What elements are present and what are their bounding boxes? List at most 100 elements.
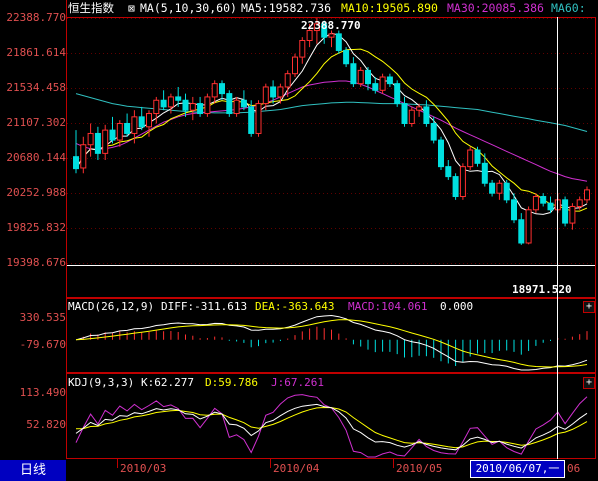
candle (189, 103, 196, 111)
kdj-axis-label: 52.820 (26, 418, 66, 431)
candle (102, 129, 109, 154)
candle (335, 33, 342, 51)
candle (394, 83, 401, 105)
macd-params: MACD(26,12,9) (68, 300, 155, 313)
date-label: 2010/04 (273, 462, 320, 475)
price-axis-label: 19398.676 (6, 256, 66, 269)
candle (277, 86, 284, 98)
macd-lines (75, 314, 588, 371)
candle (138, 116, 145, 128)
candle (255, 103, 262, 134)
price-axis-label: 21861.614 (6, 46, 66, 59)
candle (379, 76, 386, 91)
candle (116, 122, 123, 141)
date-label: 06 (567, 462, 581, 475)
candle (146, 113, 152, 128)
candle (386, 76, 393, 85)
price-axis-label: 20680.144 (6, 151, 66, 164)
high-annotation: 22388.770 (301, 19, 361, 32)
candle (408, 109, 415, 124)
candle (219, 83, 225, 95)
candle (270, 86, 277, 98)
kdj-j-line (75, 394, 588, 458)
macd-dea: DEA:-363.643 (255, 300, 335, 313)
candle (511, 199, 517, 221)
macd-zero: 0.000 (440, 300, 474, 313)
candles[interactable] (73, 18, 590, 245)
kdj-expand-button[interactable]: + (583, 377, 595, 389)
candle (525, 209, 532, 244)
price-axis-label: 20252.988 (6, 186, 66, 199)
date-label: 2010/05 (396, 462, 443, 475)
macd-expand-button[interactable]: + (583, 301, 595, 313)
candle (569, 205, 576, 224)
ma10-value: MA10:19505.890 (341, 1, 438, 15)
candle (211, 83, 218, 98)
candle (467, 149, 474, 168)
candle (365, 69, 371, 85)
macd-axis-label: 330.535 (19, 311, 66, 324)
candle (452, 176, 459, 198)
candle (292, 56, 298, 75)
candle (496, 182, 503, 194)
candle (445, 166, 452, 178)
candle (226, 93, 233, 115)
ma60-line (75, 93, 588, 132)
price-axis-label: 22388.770 (6, 11, 66, 24)
candle (576, 199, 583, 207)
candle (167, 96, 174, 108)
candle (489, 182, 496, 194)
candle (94, 132, 101, 154)
candle (532, 196, 539, 211)
candle (416, 106, 423, 111)
ma60-series (75, 93, 588, 132)
macd-axis-label: -79.670 (19, 338, 66, 351)
kdj-lines (75, 394, 588, 458)
ma-params: MA(5,10,30,60) (140, 1, 237, 15)
ma30-series (75, 80, 588, 182)
candle (73, 156, 79, 170)
date-label: 2010/03 (120, 462, 167, 475)
frame (66, 0, 596, 459)
candle (474, 149, 481, 164)
candle (423, 106, 430, 124)
candle (540, 196, 547, 204)
kdj-j: J:67.261 (271, 376, 324, 389)
ma5-value: MA5:19582.736 (241, 1, 332, 15)
candle (109, 129, 116, 141)
candle (248, 106, 255, 134)
chart-type-icon[interactable]: ⊠ (128, 1, 135, 15)
ma60-value: MA60: (551, 1, 586, 15)
candle (562, 199, 569, 224)
candle (372, 83, 379, 91)
candle (175, 96, 182, 101)
price-axis-label: 21534.458 (6, 81, 66, 94)
candle (131, 116, 138, 134)
candle (459, 166, 466, 198)
candle (584, 189, 590, 201)
candle (438, 139, 444, 168)
ma10-line (75, 48, 588, 212)
candle (481, 162, 488, 184)
kdj-axis-label: 113.490 (19, 386, 66, 399)
ma30-value: MA30:20085.386 (447, 1, 544, 15)
candle (197, 103, 204, 115)
candle (284, 73, 291, 88)
candle (357, 69, 364, 85)
candle (124, 122, 131, 134)
candle (430, 122, 437, 141)
index-title: 恒生指数 (68, 1, 114, 15)
stock-chart[interactable] (0, 0, 598, 481)
candle (401, 103, 408, 124)
price-axis-label: 21107.302 (6, 116, 66, 129)
candle (306, 30, 313, 41)
candle (262, 86, 269, 105)
ma10-series (75, 48, 588, 212)
period-button[interactable]: 日线 (0, 460, 66, 481)
kdj-d: D:59.786 (205, 376, 258, 389)
candle (299, 39, 306, 58)
candle (350, 63, 357, 85)
candle (343, 49, 350, 65)
candle (204, 96, 211, 115)
kdj-d-line (75, 406, 588, 449)
